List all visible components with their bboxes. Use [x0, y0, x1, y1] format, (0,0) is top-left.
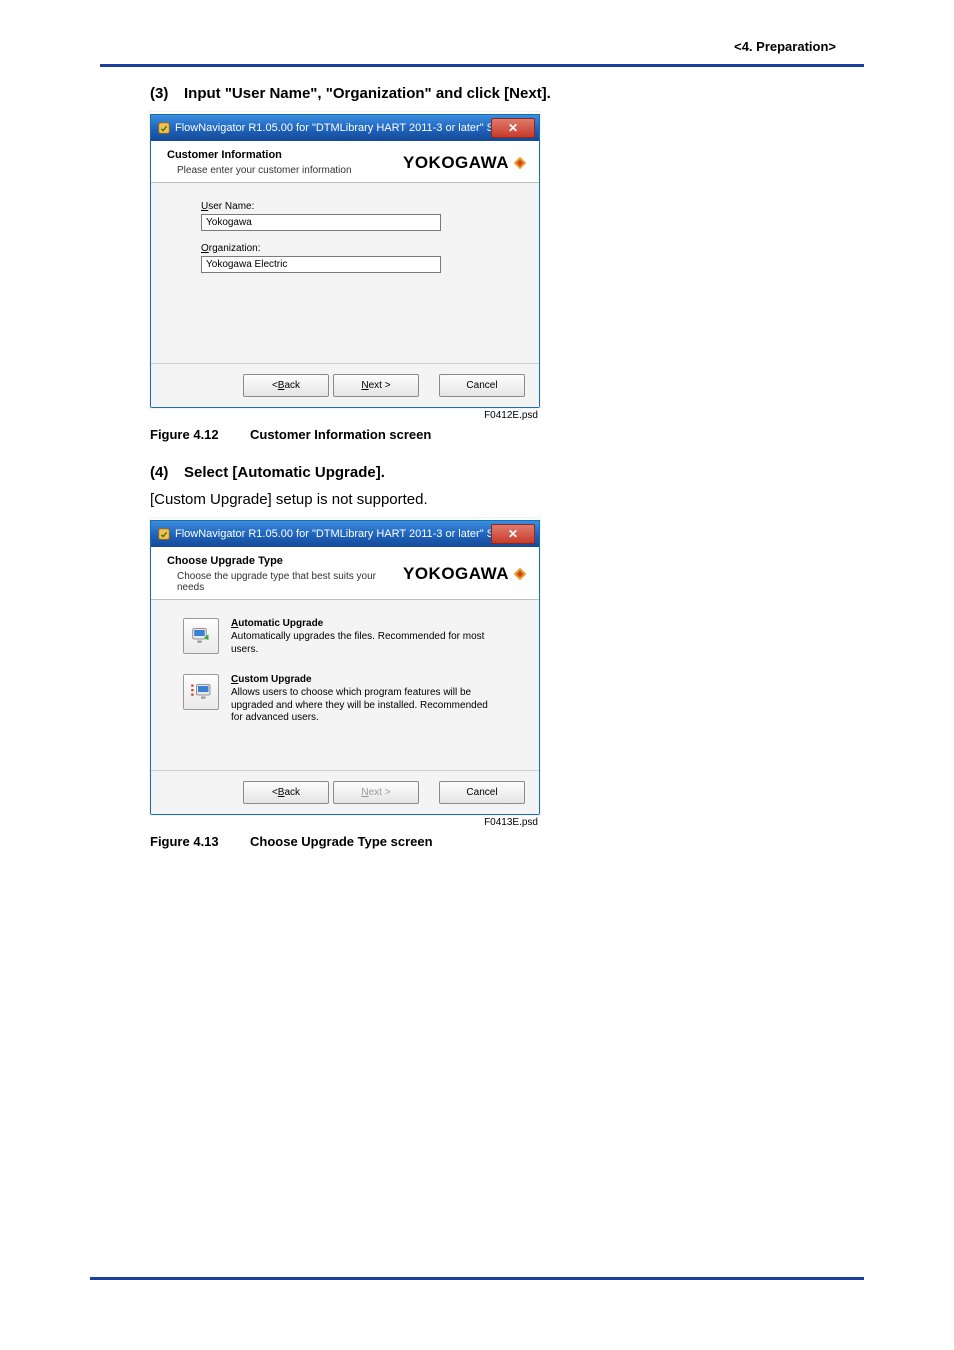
- close-button[interactable]: ✕: [491, 524, 535, 544]
- banner-subtitle: Choose the upgrade type that best suits …: [177, 571, 403, 593]
- user-name-label: User Name:: [201, 201, 517, 212]
- automatic-upgrade-title: Automatic Upgrade: [231, 618, 501, 629]
- window-title: FlowNavigator R1.05.00 for "DTMLibrary H…: [175, 122, 491, 134]
- step-4-body: [Custom Upgrade] setup is not supported.: [150, 491, 834, 508]
- figure-1-number: Figure 4.12: [150, 427, 250, 442]
- footer-divider: [90, 1277, 864, 1280]
- figure-2-text: Choose Upgrade Type screen: [250, 834, 433, 849]
- back-button[interactable]: < Back: [243, 781, 329, 804]
- step-4-heading: (4)Select [Automatic Upgrade].: [150, 464, 834, 481]
- installer-icon: [157, 121, 171, 135]
- banner-subtitle: Please enter your customer information: [177, 165, 403, 176]
- logo-mark-icon: [513, 156, 527, 170]
- figure-1-text: Customer Information screen: [250, 427, 431, 442]
- automatic-upgrade-option[interactable]: Automatic Upgrade Automatically upgrades…: [183, 618, 517, 656]
- figure-2-caption: Figure 4.13Choose Upgrade Type screen: [150, 834, 834, 849]
- button-row: < Back Next > Cancel: [151, 363, 539, 407]
- user-name-field[interactable]: [201, 214, 441, 231]
- figure-1-filename: F0412E.psd: [150, 410, 540, 421]
- step-3-title: Input "User Name", "Organization" and cl…: [184, 85, 551, 102]
- banner-title: Choose Upgrade Type: [167, 555, 403, 567]
- logo-text: YOKOGAWA: [403, 564, 509, 584]
- close-icon: ✕: [508, 121, 518, 135]
- step-3-heading: (3)Input "User Name", "Organization" and…: [150, 85, 834, 102]
- banner-title: Customer Information: [167, 149, 403, 161]
- automatic-upgrade-desc: Automatically upgrades the files. Recomm…: [231, 631, 501, 656]
- figure-2-filename: F0413E.psd: [150, 817, 540, 828]
- custom-upgrade-icon: [183, 674, 219, 710]
- custom-upgrade-desc: Allows users to choose which program fea…: [231, 687, 501, 725]
- choose-upgrade-window: FlowNavigator R1.05.00 for "DTMLibrary H…: [150, 520, 540, 815]
- window-title: FlowNavigator R1.05.00 for "DTMLibrary H…: [175, 528, 491, 540]
- custom-upgrade-title: Custom Upgrade: [231, 674, 501, 685]
- figure-2-number: Figure 4.13: [150, 834, 250, 849]
- step-3-number: (3): [150, 85, 184, 102]
- button-row: < Back Next > Cancel: [151, 770, 539, 814]
- automatic-upgrade-icon: [183, 618, 219, 654]
- window-banner: Choose Upgrade Type Choose the upgrade t…: [151, 547, 539, 600]
- yokogawa-logo: YOKOGAWA: [403, 564, 527, 584]
- next-button[interactable]: Next >: [333, 374, 419, 397]
- next-button: Next >: [333, 781, 419, 804]
- custom-upgrade-option[interactable]: Custom Upgrade Allows users to choose wh…: [183, 674, 517, 725]
- organization-field[interactable]: [201, 256, 441, 273]
- step-4-title: Select [Automatic Upgrade].: [184, 464, 385, 481]
- yokogawa-logo: YOKOGAWA: [403, 153, 527, 173]
- back-button[interactable]: < Back: [243, 374, 329, 397]
- close-icon: ✕: [508, 527, 518, 541]
- window-banner: Customer Information Please enter your c…: [151, 141, 539, 183]
- cancel-button[interactable]: Cancel: [439, 781, 525, 804]
- window-titlebar: FlowNavigator R1.05.00 for "DTMLibrary H…: [151, 521, 539, 547]
- step-4-number: (4): [150, 464, 184, 481]
- page-header-breadcrumb: <4. Preparation>: [734, 39, 836, 54]
- cancel-button[interactable]: Cancel: [439, 374, 525, 397]
- logo-mark-icon: [513, 567, 527, 581]
- close-button[interactable]: ✕: [491, 118, 535, 138]
- organization-label: Organization:: [201, 243, 517, 254]
- figure-1-caption: Figure 4.12Customer Information screen: [150, 427, 834, 442]
- installer-icon: [157, 527, 171, 541]
- logo-text: YOKOGAWA: [403, 153, 509, 173]
- customer-info-window: FlowNavigator R1.05.00 for "DTMLibrary H…: [150, 114, 540, 408]
- window-titlebar: FlowNavigator R1.05.00 for "DTMLibrary H…: [151, 115, 539, 141]
